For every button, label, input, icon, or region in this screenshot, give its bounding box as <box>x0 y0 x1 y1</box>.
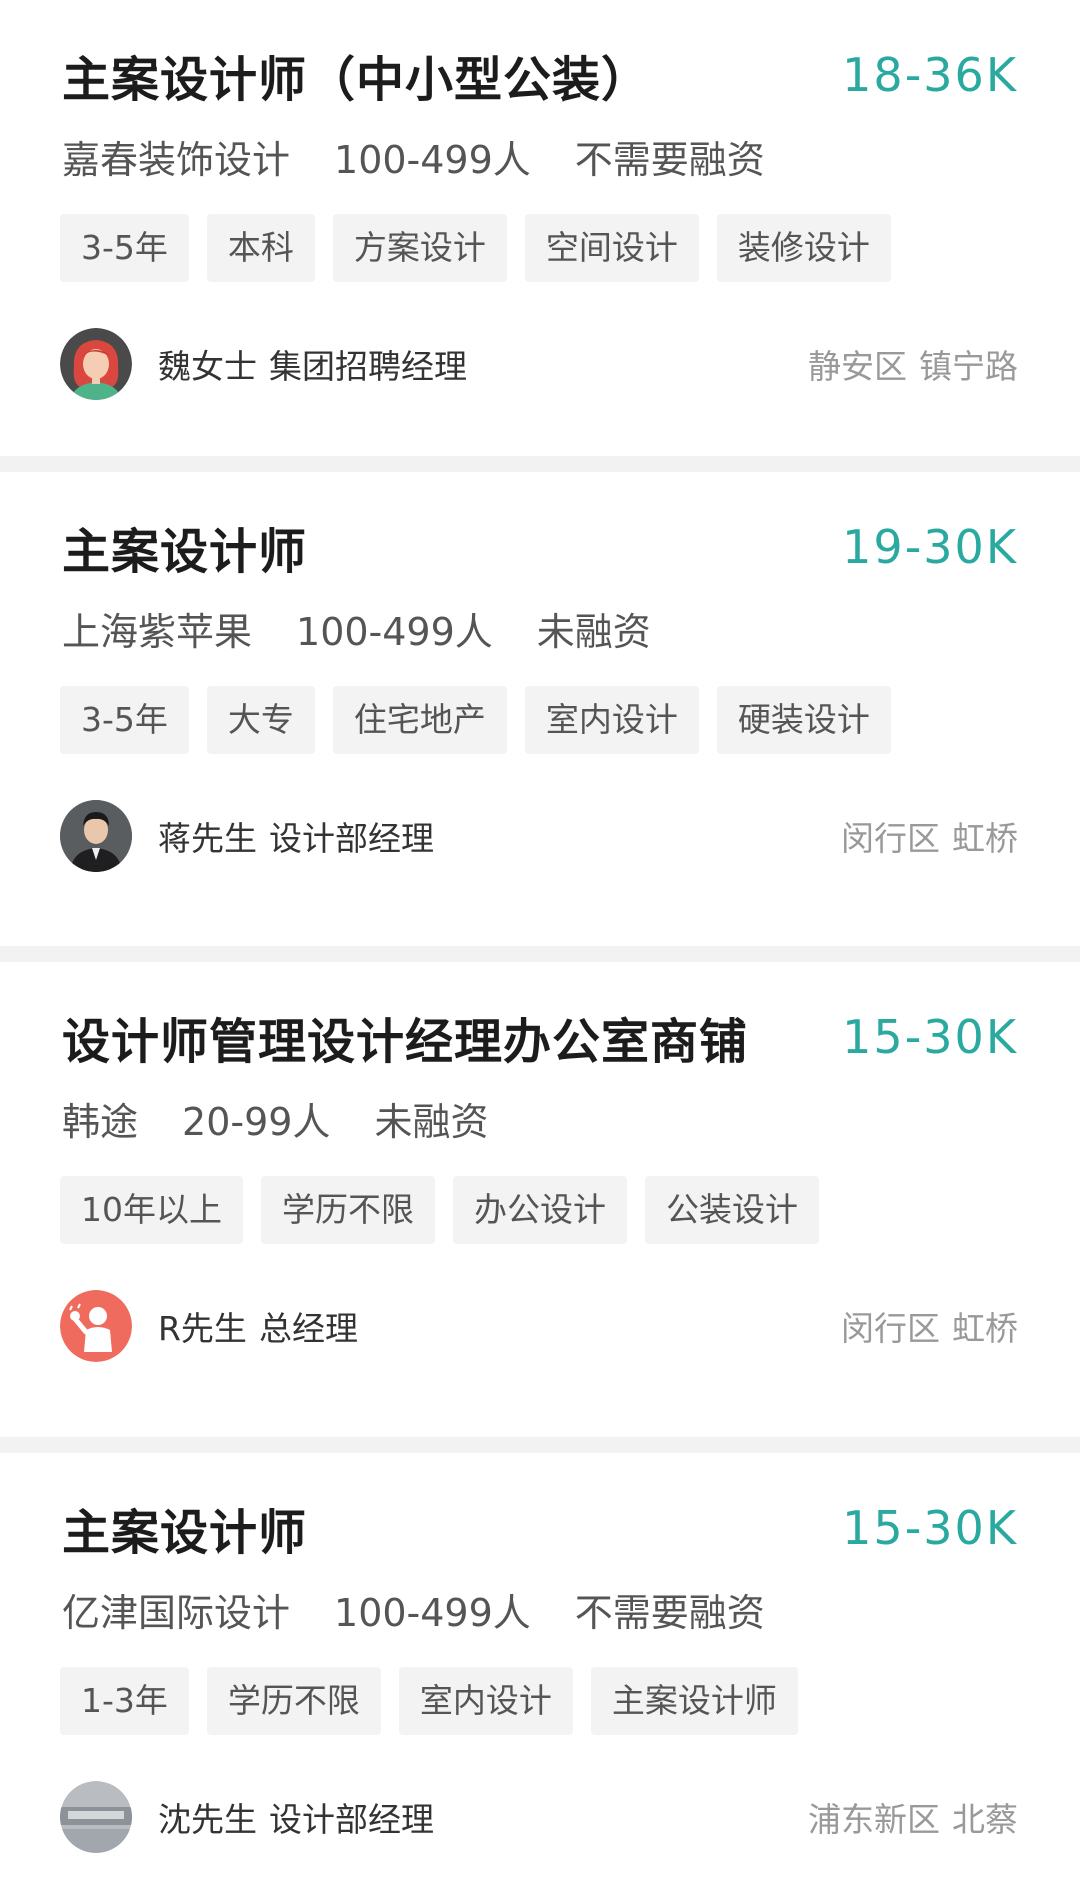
company-funding: 不需要融资 <box>574 1590 765 1635</box>
location: 静安区 镇宁路 <box>808 340 1018 388</box>
job-card[interactable]: 主案设计师 15-30K 亿津国际设计 100-499人 不需要融资 1-3年 … <box>0 1453 1080 1898</box>
tag: 住宅地产 <box>332 686 507 754</box>
recruiter[interactable]: R先生 总经理 <box>60 1290 358 1362</box>
job-card[interactable]: 主案设计师（中小型公装） 18-36K 嘉春装饰设计 100-499人 不需要融… <box>0 0 1080 456</box>
tag: 1-3年 <box>60 1667 189 1735</box>
company-name: 亿津国际设计 <box>62 1590 291 1635</box>
company-info: 上海紫苹果 100-499人 未融资 <box>62 600 695 656</box>
company-funding: 不需要融资 <box>574 137 765 182</box>
recruiter-row: 沈先生 设计部经理 浦东新区 北蔡 <box>60 1781 1018 1853</box>
tag: 硬装设计 <box>716 686 891 754</box>
recruiter-name: 沈先生 <box>158 1800 257 1839</box>
title-row: 主案设计师（中小型公装） 18-36K <box>62 40 1018 110</box>
title-row: 主案设计师 19-30K <box>62 512 1018 582</box>
company-name: 韩途 <box>62 1099 139 1144</box>
tag: 主案设计师 <box>590 1667 798 1735</box>
company-name: 上海紫苹果 <box>62 609 253 654</box>
man-photo-avatar-icon <box>60 800 132 872</box>
recruiter[interactable]: 蒋先生 设计部经理 <box>60 800 434 872</box>
tag: 室内设计 <box>398 1667 573 1735</box>
salary: 19-30K <box>842 520 1018 574</box>
recruiter-row: 蒋先生 设计部经理 闵行区 虹桥 <box>60 800 1018 872</box>
location-district: 浦东新区 <box>808 1800 940 1839</box>
tag: 学历不限 <box>206 1667 381 1735</box>
company-funding: 未融资 <box>374 1099 489 1144</box>
job-card[interactable]: 设计师管理设计经理办公室商铺 15-30K 韩途 20-99人 未融资 10年以… <box>0 962 1080 1437</box>
tag: 大专 <box>206 686 315 754</box>
tag: 方案设计 <box>332 214 507 282</box>
job-list: 主案设计师（中小型公装） 18-36K 嘉春装饰设计 100-499人 不需要融… <box>0 0 1080 1898</box>
tag: 3-5年 <box>60 214 189 282</box>
company-name: 嘉春装饰设计 <box>62 137 291 182</box>
company-info: 嘉春装饰设计 100-499人 不需要融资 <box>62 128 809 184</box>
location: 闵行区 虹桥 <box>841 812 1018 860</box>
recruiter-info: 蒋先生 设计部经理 <box>158 812 434 860</box>
tags: 3-5年 本科 方案设计 空间设计 装修设计 <box>60 214 909 282</box>
recruiter-row: 魏女士 集团招聘经理 静安区 镇宁路 <box>60 328 1018 400</box>
recruiter-name: 蒋先生 <box>158 819 257 858</box>
tags: 10年以上 学历不限 办公设计 公装设计 <box>60 1176 837 1244</box>
location: 浦东新区 北蔡 <box>808 1793 1018 1841</box>
company-info: 韩途 20-99人 未融资 <box>62 1090 532 1146</box>
recruiter-name: 魏女士 <box>158 347 257 386</box>
salary: 18-36K <box>842 48 1018 102</box>
tag: 本科 <box>206 214 315 282</box>
location: 闵行区 虹桥 <box>841 1302 1018 1350</box>
company-info: 亿津国际设计 100-499人 不需要融资 <box>62 1581 809 1637</box>
company-size: 100-499人 <box>334 1590 531 1635</box>
salary: 15-30K <box>842 1010 1018 1064</box>
tag: 空间设计 <box>524 214 699 282</box>
company-size: 100-499人 <box>296 609 493 654</box>
recruiter[interactable]: 魏女士 集团招聘经理 <box>60 328 467 400</box>
company-size: 20-99人 <box>182 1099 331 1144</box>
company-size: 100-499人 <box>334 137 531 182</box>
tag: 10年以上 <box>60 1176 243 1244</box>
recruiter-title: 设计部经理 <box>269 819 434 858</box>
tag: 办公设计 <box>453 1176 627 1244</box>
location-area: 北蔡 <box>952 1800 1018 1839</box>
location-district: 闵行区 <box>841 1309 940 1348</box>
recruiter-info: 魏女士 集团招聘经理 <box>158 340 467 388</box>
tag: 3-5年 <box>60 686 189 754</box>
company-funding: 未融资 <box>536 609 651 654</box>
location-area: 虹桥 <box>952 819 1018 858</box>
location-district: 静安区 <box>808 347 907 386</box>
recruiter-title: 总经理 <box>258 1309 358 1348</box>
tags: 3-5年 大专 住宅地产 室内设计 硬装设计 <box>60 686 909 754</box>
title-row: 设计师管理设计经理办公室商铺 15-30K <box>62 1002 1018 1072</box>
tags: 1-3年 学历不限 室内设计 主案设计师 <box>60 1667 816 1735</box>
title-row: 主案设计师 15-30K <box>62 1493 1018 1563</box>
woman-avatar-icon <box>60 328 132 400</box>
recruiter-name: R先生 <box>158 1309 247 1348</box>
tag: 学历不限 <box>261 1176 435 1244</box>
person-illustration-avatar-icon <box>60 1290 132 1362</box>
recruiter-info: R先生 总经理 <box>158 1302 358 1350</box>
location-area: 虹桥 <box>952 1309 1018 1348</box>
tag: 装修设计 <box>716 214 891 282</box>
recruiter-row: R先生 总经理 闵行区 虹桥 <box>60 1290 1018 1362</box>
job-card[interactable]: 主案设计师 19-30K 上海紫苹果 100-499人 未融资 3-5年 大专 … <box>0 472 1080 946</box>
job-title[interactable]: 主案设计师 <box>62 1493 307 1563</box>
job-title[interactable]: 设计师管理设计经理办公室商铺 <box>62 1002 748 1072</box>
tag: 室内设计 <box>524 686 699 754</box>
location-district: 闵行区 <box>841 819 940 858</box>
job-title[interactable]: 主案设计师 <box>62 512 307 582</box>
salary: 15-30K <box>842 1501 1018 1555</box>
job-title[interactable]: 主案设计师（中小型公装） <box>62 40 650 110</box>
recruiter-title: 集团招聘经理 <box>269 347 467 386</box>
building-photo-avatar-icon <box>60 1781 132 1853</box>
location-area: 镇宁路 <box>919 347 1018 386</box>
recruiter-info: 沈先生 设计部经理 <box>158 1793 434 1841</box>
tag: 公装设计 <box>645 1176 819 1244</box>
recruiter-title: 设计部经理 <box>269 1800 434 1839</box>
recruiter[interactable]: 沈先生 设计部经理 <box>60 1781 434 1853</box>
